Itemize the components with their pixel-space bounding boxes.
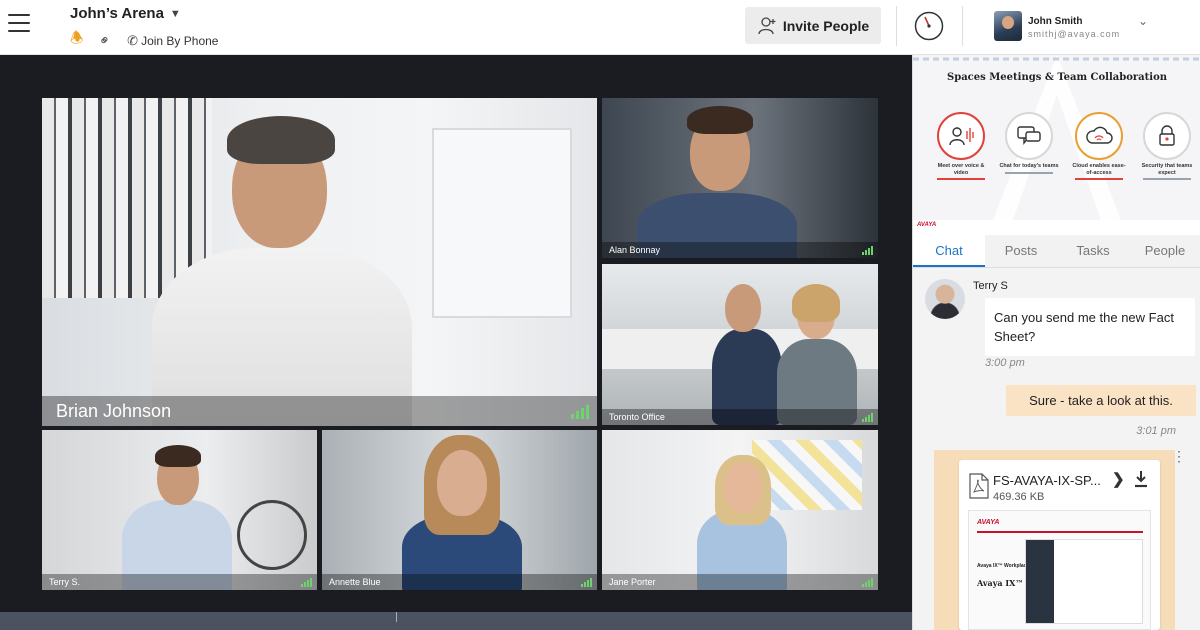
join-by-phone-label: Join By Phone (141, 33, 219, 48)
preview-subtitle: Avaya IX™ Workplace (977, 563, 1030, 569)
link-icon[interactable]: ⚭ (95, 30, 115, 50)
person-voice-icon (937, 112, 985, 160)
message-timestamp: 3:00 pm (985, 357, 1025, 369)
avaya-logo: AVAYA (917, 222, 937, 228)
participant-name: Brian Johnson (42, 396, 597, 426)
bell-icon[interactable]: 🕭 (70, 28, 83, 53)
signal-strength-icon (581, 578, 592, 587)
participant-name: Jane Porter (602, 574, 878, 590)
download-icon[interactable] (1133, 470, 1149, 488)
pdf-file-icon (969, 473, 989, 499)
promo-banner: Spaces Meetings & Team Collaboration Mee… (913, 55, 1200, 220)
participant-name: Alan Bonnay (602, 242, 878, 258)
hamburger-menu-icon[interactable] (8, 14, 30, 32)
person (724, 462, 762, 512)
add-person-icon (758, 16, 776, 34)
video-tile-main[interactable]: Brian Johnson (42, 98, 597, 426)
feature-voice-video: Meet over voice & video (931, 112, 991, 181)
video-tile[interactable]: Terry S. (42, 430, 317, 590)
feature-underline (1075, 178, 1123, 181)
video-tile[interactable]: Annette Blue (322, 430, 597, 590)
person (437, 450, 487, 516)
chat-thread[interactable]: Terry S Can you send me the new Fact She… (913, 268, 1200, 630)
incoming-message: Can you send me the new Fact Sheet? (985, 298, 1195, 356)
signal-strength-icon (571, 405, 589, 419)
join-by-phone-link[interactable]: ✆ Join By Phone (127, 33, 218, 49)
participant-name: Annette Blue (322, 574, 597, 590)
person (725, 284, 761, 332)
video-stage: Brian Johnson Alan Bonnay Toronto Office… (0, 55, 912, 630)
feature-chat: Chat for today's teams (999, 112, 1059, 174)
signal-strength-icon (862, 413, 873, 422)
panel-tabs: Chat Posts Tasks People (913, 235, 1200, 268)
sender-name: Terry S (973, 280, 1008, 292)
divider (962, 6, 963, 46)
person (227, 116, 335, 164)
tab-posts[interactable]: Posts (985, 235, 1057, 267)
top-bar: John’s Arena ▼ 🕭 ⚭ ✆ Join By Phone Invit… (0, 0, 1200, 55)
feature-security: Security that teams expect (1137, 112, 1197, 181)
speedometer-icon[interactable] (913, 10, 945, 42)
signal-strength-icon (862, 246, 873, 255)
signal-strength-icon (862, 578, 873, 587)
user-email: smithj@avaya.com (1028, 29, 1121, 39)
invite-people-label: Invite People (782, 17, 870, 34)
chevron-right-icon[interactable]: ❯ (1112, 470, 1125, 488)
monitor (432, 128, 572, 318)
video-tile[interactable]: Toronto Office (602, 264, 878, 425)
file-preview-thumbnail[interactable]: AVAYA Avaya IX™ Workplace Avaya IX™ Spac… (968, 510, 1151, 630)
space-title: John’s Arena (70, 5, 164, 22)
feature-caption: Security that teams expect (1141, 163, 1193, 176)
feature-caption: Chat for today's teams (999, 163, 1059, 169)
feature-underline (937, 178, 985, 181)
feature-cloud: Cloud enables ease-of-access (1069, 112, 1129, 181)
chevron-down-icon: ▼ (169, 7, 181, 20)
user-avatar[interactable] (994, 11, 1022, 41)
attachment-message: FS-AVAYA-IX-SP... 469.36 KB ❯ AVAYA Avay… (934, 450, 1175, 630)
bicycle (237, 500, 307, 570)
preview-logo: AVAYA (977, 519, 1000, 526)
video-tile[interactable]: Jane Porter (602, 430, 878, 590)
file-size: 469.36 KB (993, 491, 1045, 503)
divider (896, 6, 897, 46)
avatar[interactable] (925, 279, 965, 319)
file-name: FS-AVAYA-IX-SP... (993, 473, 1101, 488)
person (155, 445, 201, 467)
invite-people-button[interactable]: Invite People (745, 7, 881, 44)
preview-screenshot (1025, 539, 1143, 624)
participant-name: Terry S. (42, 574, 317, 590)
feature-caption: Cloud enables ease-of-access (1072, 163, 1126, 176)
tab-people[interactable]: People (1129, 235, 1200, 267)
collaboration-panel: Spaces Meetings & Team Collaboration Mee… (912, 55, 1200, 630)
feature-caption: Meet over voice & video (937, 163, 985, 176)
divider (977, 531, 1143, 533)
chevron-down-icon[interactable]: ⌄ (1138, 14, 1148, 28)
tab-tasks[interactable]: Tasks (1057, 235, 1129, 267)
dialpad-phone-icon: ✆ (127, 32, 139, 48)
cloud-icon (1075, 112, 1123, 160)
signal-strength-icon (301, 578, 312, 587)
lock-icon (1143, 112, 1191, 160)
space-actions: 🕭 ⚭ ✆ Join By Phone (70, 28, 218, 53)
feature-underline (1005, 171, 1053, 174)
person (687, 106, 753, 134)
outgoing-message: Sure - take a look at this. (1006, 385, 1196, 416)
message-timestamp: 3:01 pm (1136, 425, 1176, 437)
banner-title: Spaces Meetings & Team Collaboration (946, 72, 1168, 83)
file-attachment-card[interactable]: FS-AVAYA-IX-SP... 469.36 KB ❯ AVAYA Avay… (959, 460, 1160, 630)
divider (396, 612, 397, 622)
video-tile[interactable]: Alan Bonnay (602, 98, 878, 258)
space-title-dropdown[interactable]: John’s Arena ▼ (70, 5, 181, 22)
chat-icon (1005, 112, 1053, 160)
participant-name: Toronto Office (602, 409, 878, 425)
feature-underline (1143, 178, 1191, 181)
person (792, 284, 840, 322)
call-controls-bar[interactable] (0, 612, 912, 630)
user-name: John Smith (1028, 16, 1083, 27)
tab-chat[interactable]: Chat (913, 235, 985, 267)
